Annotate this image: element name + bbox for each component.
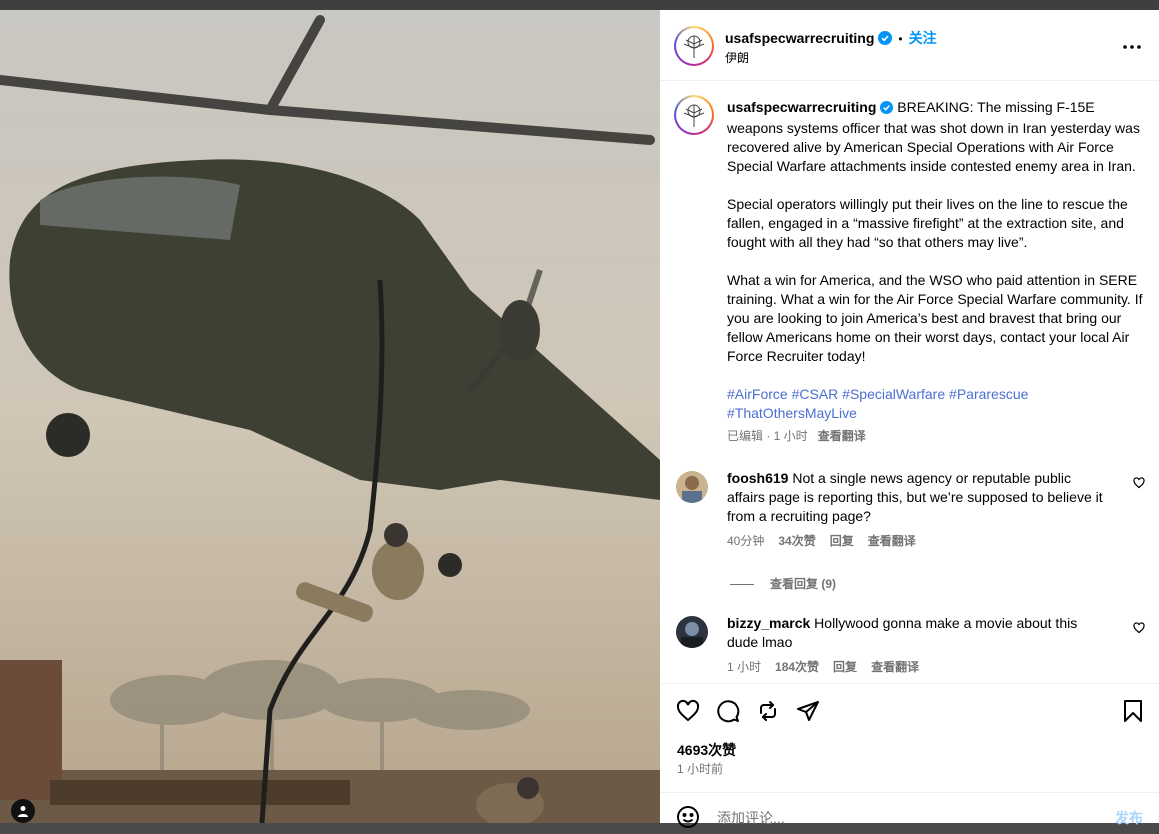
comment-icon[interactable] xyxy=(716,699,740,728)
comment-input[interactable]: 添加评论... xyxy=(717,808,785,828)
commenter-username[interactable]: bizzy_marck xyxy=(727,615,810,631)
reply-button[interactable]: 回复 xyxy=(830,534,854,548)
post-time[interactable]: 1 小时前 xyxy=(677,760,723,777)
hashtag-link[interactable]: #AirForce xyxy=(727,386,788,402)
verified-icon xyxy=(878,31,893,48)
commenter-username[interactable]: foosh619 xyxy=(727,470,788,486)
view-replies[interactable]: 查看回复 (9) xyxy=(660,551,1159,592)
author-avatar[interactable] xyxy=(674,26,714,66)
commenter-avatar[interactable] xyxy=(676,616,708,648)
hashtag-link[interactable]: #CSAR xyxy=(792,386,839,402)
verified-icon xyxy=(880,100,894,119)
helicopter-photo xyxy=(0,10,660,823)
hashtags: #AirForce #CSAR #SpecialWarfare #Parares… xyxy=(727,385,1143,423)
see-translation-link[interactable]: 查看翻译 xyxy=(818,429,866,443)
comment-likes[interactable]: 184次赞 xyxy=(775,660,819,674)
comment-likes[interactable]: 34次赞 xyxy=(778,534,815,548)
comment-time[interactable]: 1 小时 xyxy=(727,660,761,674)
post-image[interactable] xyxy=(0,10,660,823)
post-panel: usafspecwarrecruiting • 关注 伊朗 usafspecwa… xyxy=(660,10,1159,828)
post-caption: usafspecwarrecruiting BREAKING: The miss… xyxy=(660,82,1159,446)
post-actions: 4693次赞 1 小时前 添加评论... 发布 xyxy=(660,683,1159,828)
separator-dot: • xyxy=(898,32,903,46)
caption-paragraph-2: Special operators willingly put their li… xyxy=(727,196,1128,250)
post-header: usafspecwarrecruiting • 关注 伊朗 xyxy=(660,10,1159,81)
smile-icon[interactable] xyxy=(676,805,700,834)
bookmark-icon[interactable] xyxy=(1123,699,1143,728)
see-translation-link[interactable]: 查看翻译 xyxy=(871,660,919,674)
commenter-avatar[interactable] xyxy=(676,471,708,503)
emblem-icon xyxy=(683,104,705,127)
user-tag-icon[interactable] xyxy=(11,799,35,823)
emblem-icon xyxy=(683,35,705,58)
comment-time[interactable]: 40分钟 xyxy=(727,534,764,548)
hashtag-link[interactable]: #ThatOthersMayLive xyxy=(727,405,857,421)
likes-count[interactable]: 4693次赞 xyxy=(677,740,736,760)
follow-button[interactable]: 关注 xyxy=(909,30,937,46)
hashtag-link[interactable]: #SpecialWarfare xyxy=(842,386,945,402)
see-translation-link[interactable]: 查看翻译 xyxy=(868,534,916,548)
comment: foosh619 Not a single news agency or rep… xyxy=(660,469,1159,551)
caption-paragraph-3: What a win for America, and the WSO who … xyxy=(727,272,1143,364)
comment: bizzy_marck Hollywood gonna make a movie… xyxy=(660,614,1159,677)
share-icon[interactable] xyxy=(796,699,820,728)
reply-button[interactable]: 回复 xyxy=(833,660,857,674)
caption-meta: 已编辑 · 1 小时 xyxy=(727,429,808,443)
repost-icon[interactable] xyxy=(756,699,780,728)
post-location[interactable]: 伊朗 xyxy=(725,49,749,66)
comments-scroll-area[interactable]: usafspecwarrecruiting BREAKING: The miss… xyxy=(660,82,1159,682)
heart-icon[interactable] xyxy=(676,699,700,728)
window-top-bar xyxy=(0,0,1159,10)
post-comment-button[interactable]: 发布 xyxy=(1115,808,1143,828)
add-comment-bar: 添加评论... 发布 xyxy=(660,792,1159,832)
caption-author-avatar[interactable] xyxy=(674,95,714,135)
author-username[interactable]: usafspecwarrecruiting xyxy=(725,30,874,46)
hashtag-link[interactable]: #Pararescue xyxy=(949,386,1028,402)
more-icon[interactable] xyxy=(1123,36,1141,54)
heart-icon[interactable] xyxy=(1133,620,1145,639)
view-replies-label[interactable]: 查看回复 (9) xyxy=(770,577,836,591)
heart-icon[interactable] xyxy=(1133,475,1145,494)
caption-username[interactable]: usafspecwarrecruiting xyxy=(727,99,876,115)
